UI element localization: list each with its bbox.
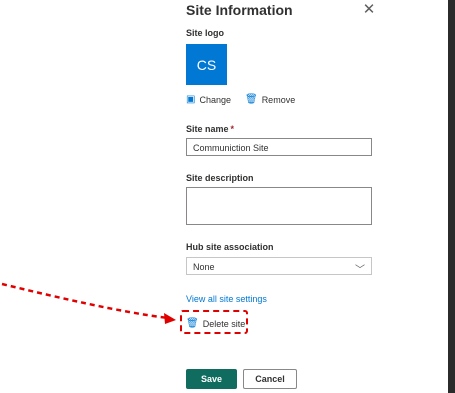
annotation-arrow-line <box>1 282 169 320</box>
site-information-panel: Site Information ✕ Site logo CS ▣ Change… <box>178 0 448 393</box>
site-name-label-text: Site name <box>186 124 229 134</box>
change-logo-label: Change <box>199 94 231 105</box>
delete-site-label: Delete site <box>202 318 246 329</box>
site-name-input[interactable]: Communiction Site <box>186 138 372 156</box>
hub-site-association-dropdown[interactable]: None ﹀ <box>186 257 372 276</box>
chevron-down-icon: ﹀ <box>355 265 365 276</box>
logo-actions: ▣ Change 🗑 Remove <box>186 94 295 105</box>
annotation-arrow <box>1 282 176 324</box>
close-icon[interactable]: ✕ <box>362 2 376 17</box>
site-logo-initials: CS <box>196 56 217 73</box>
site-description-label: Site description <box>186 173 254 183</box>
remove-logo-label: Remove <box>261 94 296 105</box>
site-logo-label: Site logo <box>186 28 224 38</box>
required-marker: * <box>230 124 235 134</box>
save-button[interactable]: Save <box>186 369 237 389</box>
hub-site-selected-value: None <box>193 262 215 272</box>
view-all-site-settings-link[interactable]: View all site settings <box>186 294 267 304</box>
site-name-label: Site name * <box>186 124 234 134</box>
annotation-arrow-head <box>164 313 176 324</box>
site-logo-tile: CS <box>186 44 227 85</box>
hub-site-association-label: Hub site association <box>186 242 274 252</box>
remove-logo-button[interactable]: 🗑 Remove <box>245 94 295 105</box>
trash-icon: 🗑 <box>244 94 258 105</box>
site-description-textarea[interactable] <box>186 187 372 225</box>
window-edge <box>448 0 455 393</box>
panel-title: Site Information <box>186 2 293 18</box>
delete-site-link[interactable]: 🗑 Delete site <box>186 318 245 329</box>
trash-icon: 🗑 <box>186 318 199 329</box>
change-logo-button[interactable]: ▣ Change <box>186 94 231 105</box>
cancel-button[interactable]: Cancel <box>243 369 297 389</box>
image-edit-icon: ▣ <box>186 94 196 105</box>
